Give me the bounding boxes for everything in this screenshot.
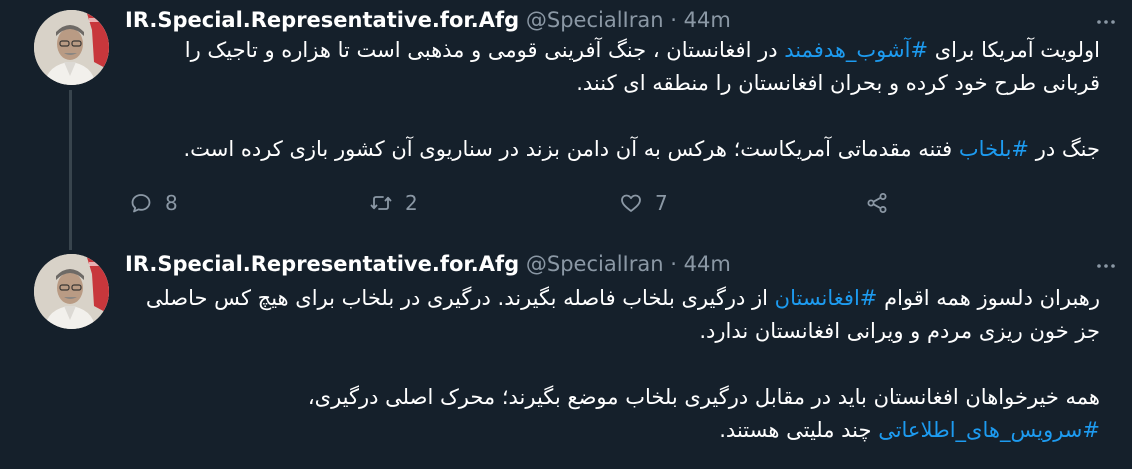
tweet-actions: 8 2 7 [125,186,905,220]
hashtag-link[interactable]: #افغانستان [775,286,878,310]
retweet-button[interactable]: 2 [369,186,418,220]
text-segment: اولویت آمریکا برای [928,38,1100,62]
avatar-image [34,10,109,85]
hashtag-link[interactable]: #آشوب_هدفمند [784,38,928,62]
heart-icon [621,194,641,212]
tweet-paragraph: اولویت آمریکا برای #آشوب_هدفمند در افغان… [125,34,1100,100]
retweet-count: 2 [405,191,418,215]
more-options-button[interactable] [1094,10,1118,34]
more-icon [1097,264,1115,268]
tweet-paragraph: همه خیرخواهان افغانستان باید در مقابل در… [125,381,1100,447]
tweet-paragraph: رهبران دلسوز همه اقوام #افغانستان از درگ… [125,282,1100,348]
reply-button[interactable]: 8 [129,186,178,220]
reply-count: 8 [165,191,178,215]
tweet-header: IR.Special.Representative.for.Afg @Speci… [125,250,731,278]
more-icon [1097,20,1115,24]
handle[interactable]: @SpecialIran [526,252,664,276]
avatar-image [34,254,109,329]
text-segment: چند ملیتی هستند. [719,418,879,442]
like-count: 7 [655,191,668,215]
more-options-button[interactable] [1094,254,1118,278]
separator-dot: · [670,8,677,32]
hashtag-link[interactable]: #بلخاب [959,137,1029,161]
text-segment: رهبران دلسوز همه اقوام [877,286,1100,310]
hashtag-link[interactable]: #سرویس_های_اطلاعاتی [878,418,1100,442]
tweet-header: IR.Special.Representative.for.Afg @Speci… [125,6,731,34]
thread-line [69,90,72,250]
share-icon [867,193,887,213]
separator-dot: · [670,252,677,276]
tweet[interactable]: IR.Special.Representative.for.Afg @Speci… [0,240,1132,469]
tweet-text: رهبران دلسوز همه اقوام #افغانستان از درگ… [125,282,1100,447]
avatar[interactable] [34,254,109,329]
share-button[interactable] [865,186,901,220]
retweet-icon [370,196,392,210]
like-button[interactable]: 7 [619,186,668,220]
reply-icon [131,194,151,213]
tweet[interactable]: IR.Special.Representative.for.Afg @Speci… [0,0,1132,250]
tweet-paragraph: جنگ در #بلخاب فتنه مقدماتی آمریکاست؛ هرک… [125,133,1100,166]
text-segment: همه خیرخواهان افغانستان باید در مقابل در… [307,385,1100,409]
timestamp[interactable]: 44m [684,252,731,276]
display-name[interactable]: IR.Special.Representative.for.Afg [125,252,519,276]
timestamp[interactable]: 44m [684,8,731,32]
avatar[interactable] [34,10,109,85]
display-name[interactable]: IR.Special.Representative.for.Afg [125,8,519,32]
tweet-text: اولویت آمریکا برای #آشوب_هدفمند در افغان… [125,34,1100,166]
handle[interactable]: @SpecialIran [526,8,664,32]
text-segment: جنگ در [1029,137,1100,161]
text-segment: فتنه مقدماتی آمریکاست؛ هرکس به آن دامن ب… [183,137,959,161]
